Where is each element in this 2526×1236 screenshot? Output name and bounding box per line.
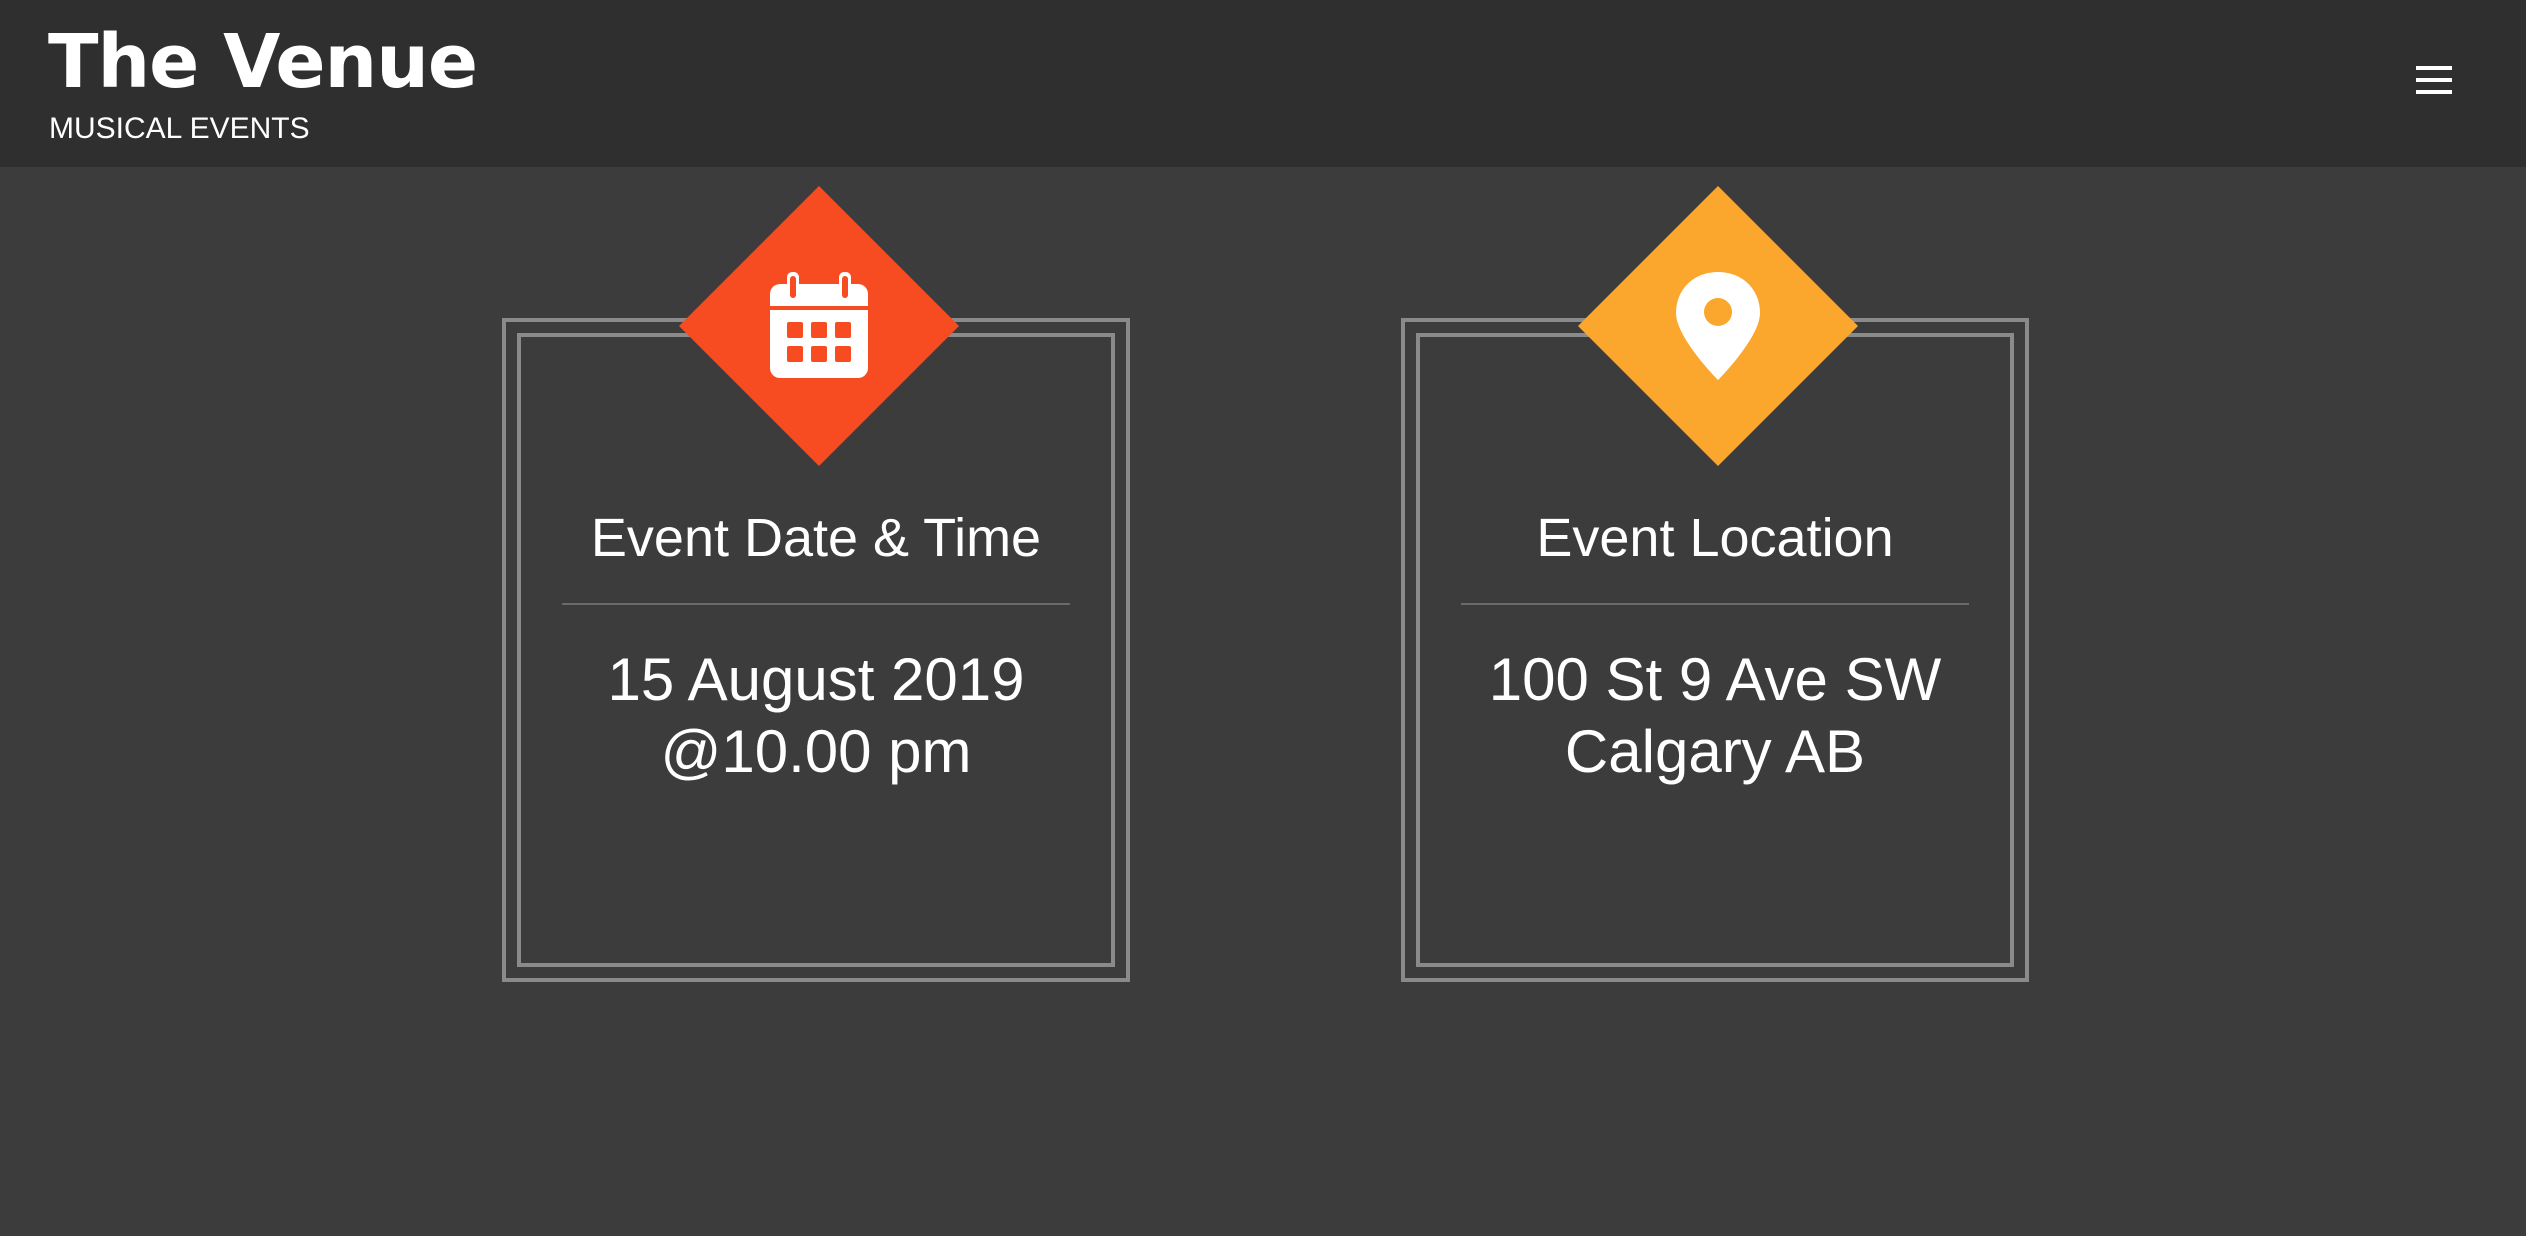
event-date-text: 15 August 2019	[607, 646, 1025, 713]
hamburger-menu-icon[interactable]	[2404, 58, 2464, 102]
address-line-2: Calgary AB	[1564, 718, 1866, 785]
event-time-text: @10.00 pm	[660, 718, 972, 785]
site-title[interactable]: The Venue	[48, 14, 478, 110]
menu-bar-top	[2416, 66, 2452, 70]
map-pin-icon	[1658, 266, 1778, 386]
card-heading: Event Location	[1536, 508, 1894, 568]
calendar-icon	[759, 266, 879, 386]
menu-bar-bottom	[2416, 90, 2452, 94]
menu-bar-middle	[2416, 78, 2452, 82]
address-line-1: 100 St 9 Ave SW	[1488, 646, 1942, 713]
site-header: The Venue MUSICAL EVENTS	[0, 0, 2526, 167]
card-divider	[562, 603, 1070, 605]
site-subtitle: MUSICAL EVENTS	[49, 112, 310, 145]
card-body: 15 August 2019 @10.00 pm	[526, 644, 1106, 788]
card-body: 100 St 9 Ave SW Calgary AB	[1425, 644, 2005, 788]
card-heading: Event Date & Time	[590, 508, 1042, 568]
card-divider	[1461, 603, 1969, 605]
